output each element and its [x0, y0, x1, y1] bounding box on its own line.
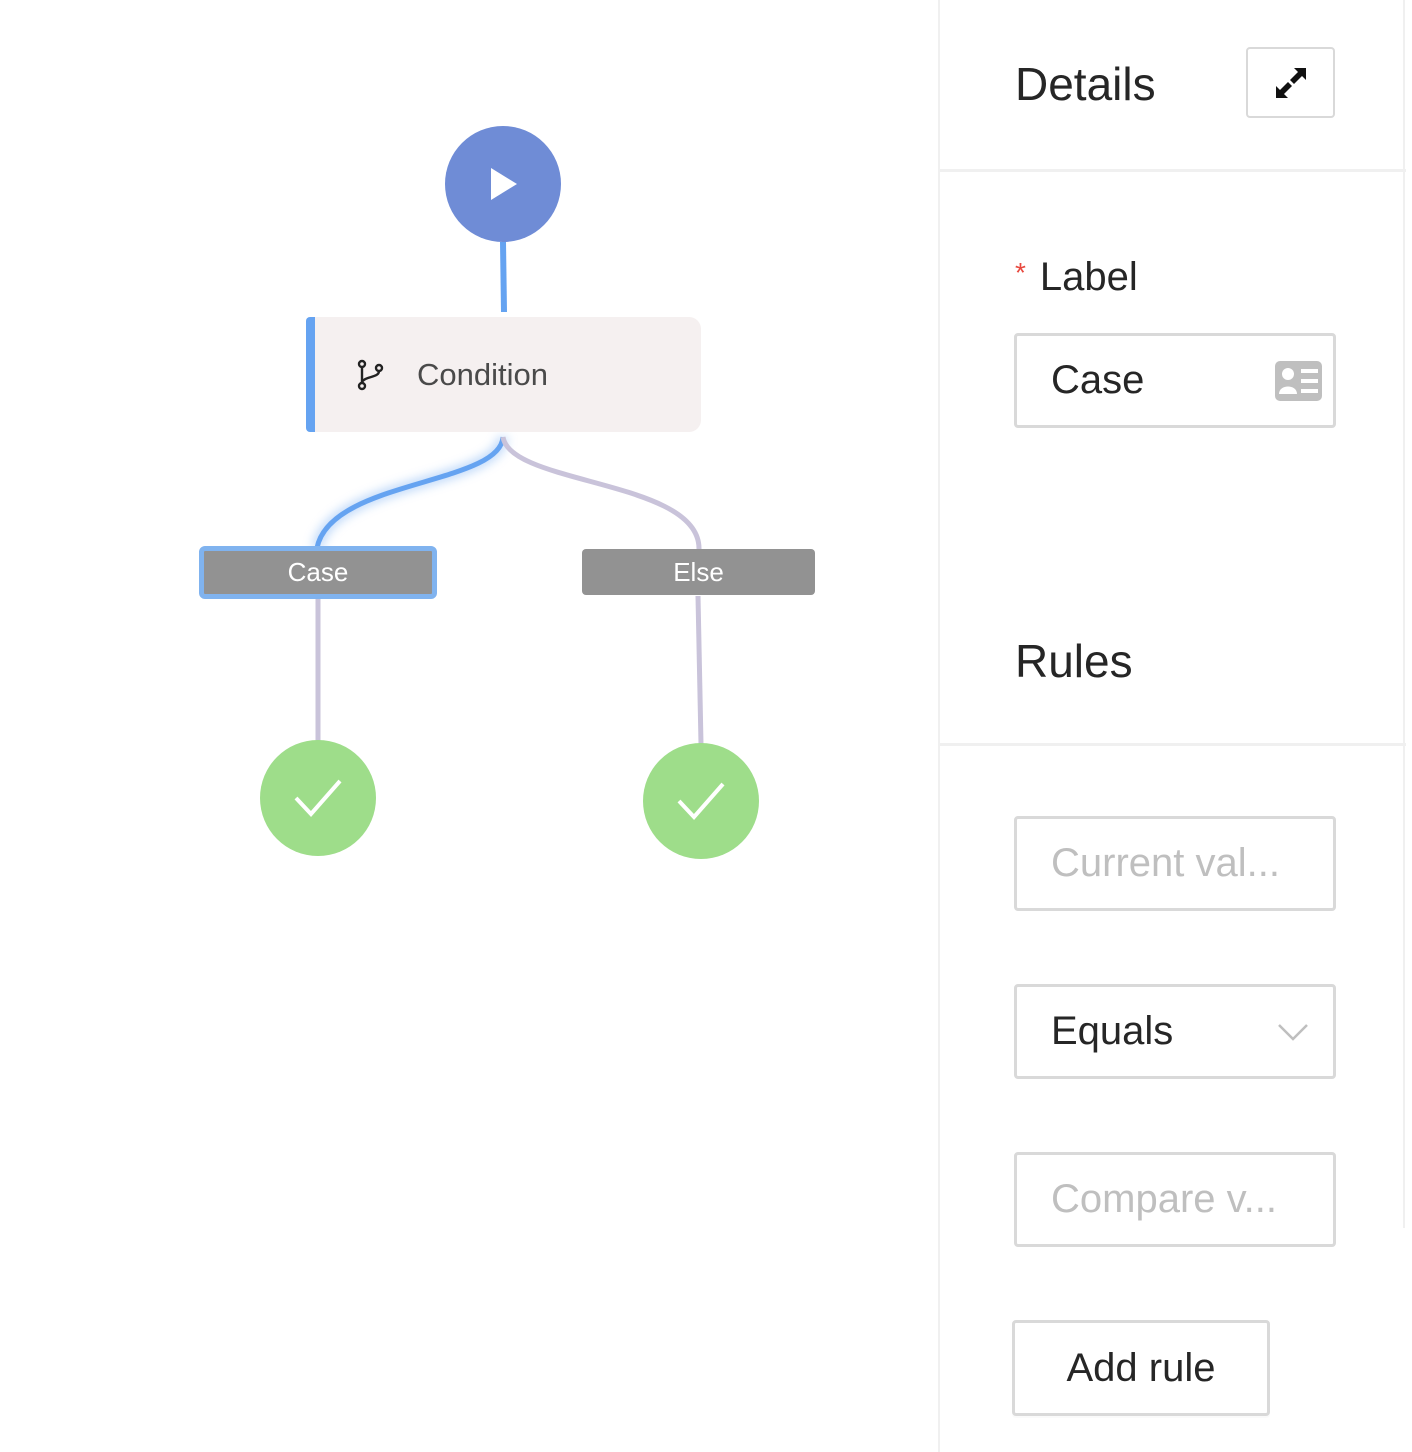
- expand-button[interactable]: [1246, 47, 1335, 118]
- edge-start-condition: [500, 241, 507, 313]
- compare-value-placeholder: Compare v...: [1051, 1177, 1277, 1221]
- operator-select[interactable]: Equals: [1014, 984, 1336, 1079]
- rules-title: Rules: [1015, 635, 1133, 687]
- edge-condition-else: [500, 436, 702, 550]
- required-mark: *: [1015, 257, 1026, 288]
- add-rule-button[interactable]: Add rule: [1012, 1320, 1270, 1416]
- end-node-else[interactable]: [643, 743, 759, 859]
- contact-card-icon[interactable]: [1274, 360, 1323, 402]
- label-input[interactable]: Case: [1014, 333, 1336, 428]
- condition-label: Condition: [417, 356, 548, 392]
- branch-case[interactable]: Case: [199, 546, 437, 599]
- edge-else-end: [695, 595, 704, 745]
- details-divider: [940, 169, 1406, 172]
- current-value-placeholder: Current val...: [1051, 841, 1280, 885]
- check-icon: [294, 779, 342, 817]
- expand-icon: [1275, 67, 1306, 98]
- check-icon: [677, 782, 725, 820]
- label-text: Label: [1039, 255, 1138, 299]
- edge-case-glow: [312, 435, 508, 550]
- branch-else[interactable]: Else: [582, 549, 815, 595]
- details-panel: Details * Label Case Rules Current val..…: [938, 0, 1412, 1452]
- panel-scrollbar[interactable]: [1403, 0, 1412, 1228]
- condition-node[interactable]: Condition: [306, 317, 701, 432]
- chevron-down-icon: [1278, 1023, 1308, 1041]
- end-node-case[interactable]: [260, 740, 376, 856]
- flow-canvas[interactable]: Condition Case Else: [0, 0, 938, 1452]
- label-input-value: Case: [1051, 358, 1145, 402]
- label-field-label: * Label: [1015, 255, 1138, 300]
- branch-icon: [353, 358, 387, 392]
- operator-value: Equals: [1051, 1009, 1174, 1053]
- compare-value-input[interactable]: Compare v...: [1014, 1152, 1336, 1247]
- panel-title: Details: [1015, 58, 1156, 110]
- edge-condition-case: [314, 436, 506, 549]
- current-value-input[interactable]: Current val...: [1014, 816, 1336, 911]
- start-node[interactable]: [445, 126, 561, 242]
- play-icon: [491, 168, 517, 200]
- rules-divider: [940, 743, 1406, 746]
